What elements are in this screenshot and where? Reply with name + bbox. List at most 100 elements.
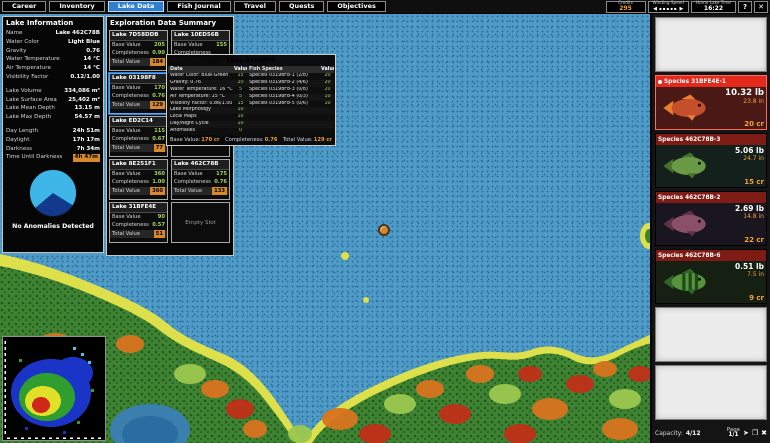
exploration-card[interactable]: Lake 7D58DDB Base Value205 Completeness0… xyxy=(109,30,168,71)
tooltip-row: Air Temperature: 15 °C5Species 03198F8-4… xyxy=(168,94,334,101)
time-until-darkness-row: Time Until Darkness 4h 47m xyxy=(6,153,100,162)
player-marker xyxy=(378,224,390,236)
grid-view-button[interactable]: ❒ xyxy=(752,430,758,437)
page-value: 1/1 xyxy=(727,433,740,439)
inventory-footer: Capacity: 4/12 Page 1/1 ➤ ❒ ✖ xyxy=(655,427,767,440)
fish-image xyxy=(657,264,713,300)
exploration-empty-slot: Empty Slot xyxy=(171,202,230,243)
info-row: Visibility Factor0.12/1.00 xyxy=(6,73,100,82)
info-row: Day Length24h 51m xyxy=(6,127,100,136)
fish-value: 15 cr xyxy=(744,178,764,186)
fish-name: Species 462C78B-3 xyxy=(658,137,720,143)
tooltip-row: Lake Morphology10 xyxy=(168,107,334,114)
new-catch-icon xyxy=(658,80,662,84)
info-row: Water ColorLight Blue xyxy=(6,38,100,47)
fish-image xyxy=(657,90,713,126)
fish-length: 24.7 in xyxy=(735,156,764,163)
capacity-value: 4/12 xyxy=(686,430,701,437)
winding-speed-meter: ▪▪▪▪▪ xyxy=(659,7,678,11)
fish-name: Species 31BFE4E-1 xyxy=(664,79,726,85)
fish-name: Species 462C78B-2 xyxy=(658,195,720,201)
credits-value: 295 xyxy=(619,6,632,12)
top-menu-bar: Career Inventory Lake Data Fish Journal … xyxy=(0,0,770,14)
fish-length: 23.8 in xyxy=(725,99,764,106)
info-row: Daylight17h 17m xyxy=(6,136,100,145)
exploration-card[interactable]: Lake 462C78B Base Value175 Completeness0… xyxy=(171,159,230,200)
help-button[interactable]: ? xyxy=(738,1,752,13)
time-until-darkness-label: Time Until Darkness xyxy=(6,153,62,162)
fish-card[interactable]: Species 462C78B-2 2.69 lb 14.8 in 22 cr xyxy=(655,191,767,246)
fish-card[interactable]: Species 462C78B-3 5.06 lb 24.7 in 15 cr xyxy=(655,133,767,188)
game-screen: Career Inventory Lake Data Fish Journal … xyxy=(0,0,770,443)
winding-speed-control: Winding Speed ◀ ▪▪▪▪▪ ▶ xyxy=(648,1,689,13)
tab-inventory[interactable]: Inventory xyxy=(49,1,104,12)
fish-image xyxy=(657,206,713,242)
exploration-summary-title: Exploration Data Summary xyxy=(107,17,233,29)
tab-quests[interactable]: Quests xyxy=(279,1,324,12)
tooltip-row: Day/Night Cycle10 xyxy=(168,121,334,128)
tab-fish-journal[interactable]: Fish Journal xyxy=(167,1,230,12)
tooltip-title: Lake 03198F8 xyxy=(168,56,334,66)
winding-speed-increase-icon[interactable]: ▶ xyxy=(680,7,684,12)
fish-card[interactable]: Species 462C78B-6 0.51 lb xyxy=(655,249,767,304)
fish-card-header: Species 31BFE4E-1 xyxy=(656,76,766,87)
exploration-card-selected[interactable]: Lake 03198F8 Base Value170 Completeness0… xyxy=(109,73,168,114)
credits-display: Credits 295 xyxy=(606,1,646,13)
tooltip-row: Water Color: Blue-Green15Species 03198F8… xyxy=(168,73,334,80)
time-until-darkness-value: 4h 47m xyxy=(73,154,100,162)
depth-minimap xyxy=(2,336,106,441)
fish-image xyxy=(657,148,713,184)
tab-lake-data[interactable]: Lake Data xyxy=(108,1,165,12)
capacity-label: Capacity: xyxy=(655,430,683,437)
tooltip-row: Anomalies0 xyxy=(168,128,334,135)
winding-speed-label: Winding Speed xyxy=(653,1,684,5)
lake-name-row: Name Lake 462C78B xyxy=(6,29,100,38)
info-row: Lake Max Depth54.57 m xyxy=(6,113,100,122)
exploration-column-1: Lake 7D58DDB Base Value205 Completeness0… xyxy=(109,30,168,243)
fish-card-selected[interactable]: Species 31BFE4E-1 10.32 lb 23.8 in 20 cr xyxy=(655,75,767,130)
fish-value: 22 cr xyxy=(744,236,764,244)
tooltip-header-row: Data Value Fish Species Value xyxy=(168,66,334,73)
fish-card-header: Species 462C78B-2 xyxy=(656,192,766,203)
lake-name-label: Name xyxy=(6,29,23,38)
inventory-empty-slot xyxy=(655,307,767,362)
next-page-button[interactable]: ➤ xyxy=(743,430,749,437)
lake-information-panel: Lake Information Name Lake 462C78B Water… xyxy=(2,16,104,253)
tooltip-footer: Base Value:170 cr Completeness:0.76 Tota… xyxy=(168,135,334,144)
info-row: Lake Surface Area25,402 m² xyxy=(6,96,100,105)
tab-career[interactable]: Career xyxy=(2,1,46,12)
fish-stats: 0.51 lb 7.5 in xyxy=(735,263,764,279)
info-row: Lake Mean Depth13.15 m xyxy=(6,104,100,113)
fish-inventory-panel: Species 31BFE4E-1 10.32 lb 23.8 in 20 cr xyxy=(650,14,770,443)
discard-button[interactable]: ✖ xyxy=(761,430,767,437)
fish-stats: 5.06 lb 24.7 in xyxy=(735,147,764,163)
fish-name: Species 462C78B-6 xyxy=(658,253,720,259)
tab-objectives[interactable]: Objectives xyxy=(327,1,386,12)
exploration-card[interactable]: Lake 31BFE4E Base Value90 Completeness0.… xyxy=(109,202,168,243)
tooltip-row: Water Temperature: 16 °C5Species 03198F8… xyxy=(168,87,334,94)
fish-value: 20 cr xyxy=(744,120,764,128)
fish-length: 7.5 in xyxy=(735,272,764,279)
info-row: Water Temperature14 °C xyxy=(6,55,100,64)
exploration-card[interactable]: Lake ED2C14 Base Value115 Completeness0.… xyxy=(109,116,168,157)
tooltip-row: Visibility Factor: 0.86/1.0015Species 03… xyxy=(168,101,334,108)
fish-value: 9 cr xyxy=(749,294,764,302)
lake-detail-tooltip: Lake 03198F8 Data Value Fish Species Val… xyxy=(166,54,336,146)
lake-information-title: Lake Information xyxy=(3,17,103,29)
tab-travel[interactable]: Travel xyxy=(234,1,276,12)
close-button[interactable]: ✕ xyxy=(754,1,768,13)
fish-stats: 2.69 lb 14.8 in xyxy=(735,205,764,221)
exploration-card[interactable]: Lake 8E251F1 Base Value360 Completeness1… xyxy=(109,159,168,200)
tooltip-row: Local Maps10 xyxy=(168,114,334,121)
lake-name-value: Lake 462C78B xyxy=(56,29,100,38)
info-row: Darkness7h 34m xyxy=(6,145,100,154)
fish-card-header: Species 462C78B-6 xyxy=(656,250,766,261)
winding-speed-decrease-icon[interactable]: ◀ xyxy=(653,7,657,12)
tooltip-row: Gravity: 0.7620Species 03198F8-2 (4/6)20 xyxy=(168,80,334,87)
fish-length: 14.8 in xyxy=(735,214,764,221)
info-row: Air Temperature14 °C xyxy=(6,64,100,73)
info-row: Gravity0.76 xyxy=(6,47,100,56)
home-lake-time-display: Home Lake Time 16:22 xyxy=(691,1,736,13)
depth-minimap-image xyxy=(3,337,105,440)
home-lake-time-value: 16:22 xyxy=(704,6,723,12)
